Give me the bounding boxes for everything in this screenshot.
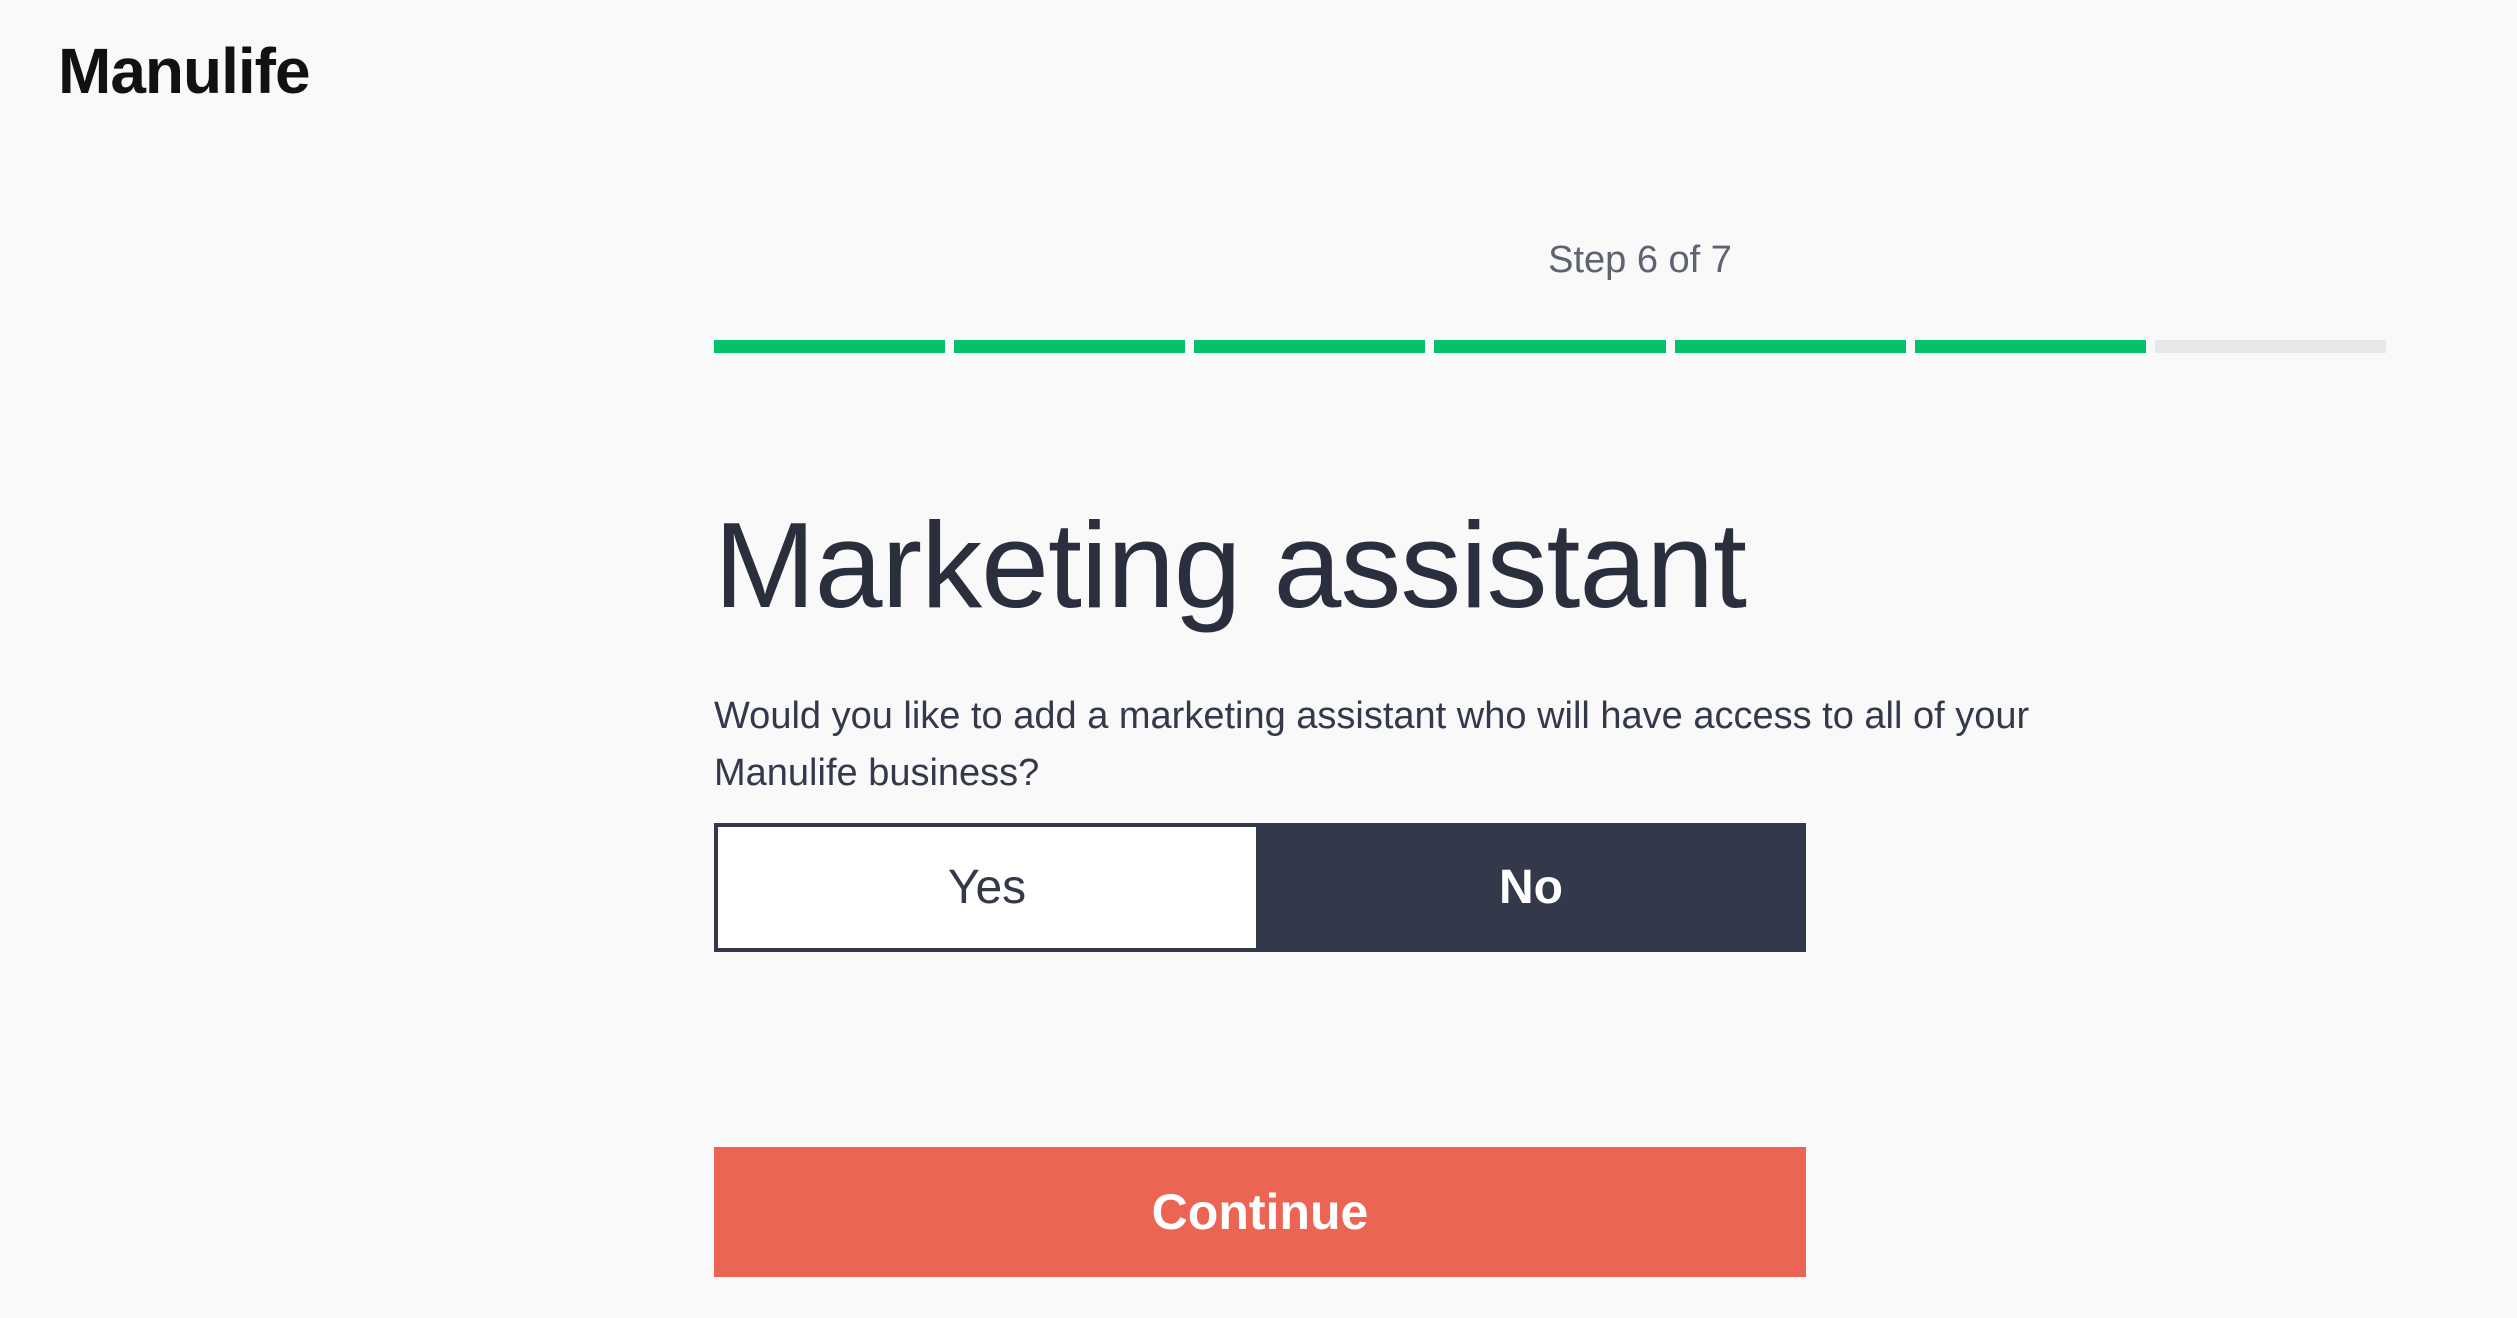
yes-option-button[interactable]: Yes [714, 823, 1256, 952]
progress-segment [954, 340, 1186, 353]
continue-button[interactable]: Continue [714, 1147, 1806, 1277]
progress-segment [1674, 340, 1906, 353]
page-title: Marketing assistant [714, 497, 1747, 633]
manulife-logo[interactable]: Manulife [58, 28, 311, 114]
progress-segment [1914, 340, 2146, 353]
no-option-button[interactable]: No [1256, 823, 1806, 952]
question-text: Would you like to add a marketing assist… [714, 695, 2030, 794]
progress-segment [1434, 340, 1666, 353]
progress-bar [714, 340, 2386, 353]
yes-no-toggle: Yes No [714, 823, 1806, 952]
progress-segment [1194, 340, 1426, 353]
page: Manulife Step 6 of 7 Marketing assistant… [0, 0, 2517, 1318]
progress-segment [714, 340, 946, 353]
progress-segment [2154, 340, 2386, 353]
step-indicator-label: Step 6 of 7 [1548, 239, 1732, 281]
